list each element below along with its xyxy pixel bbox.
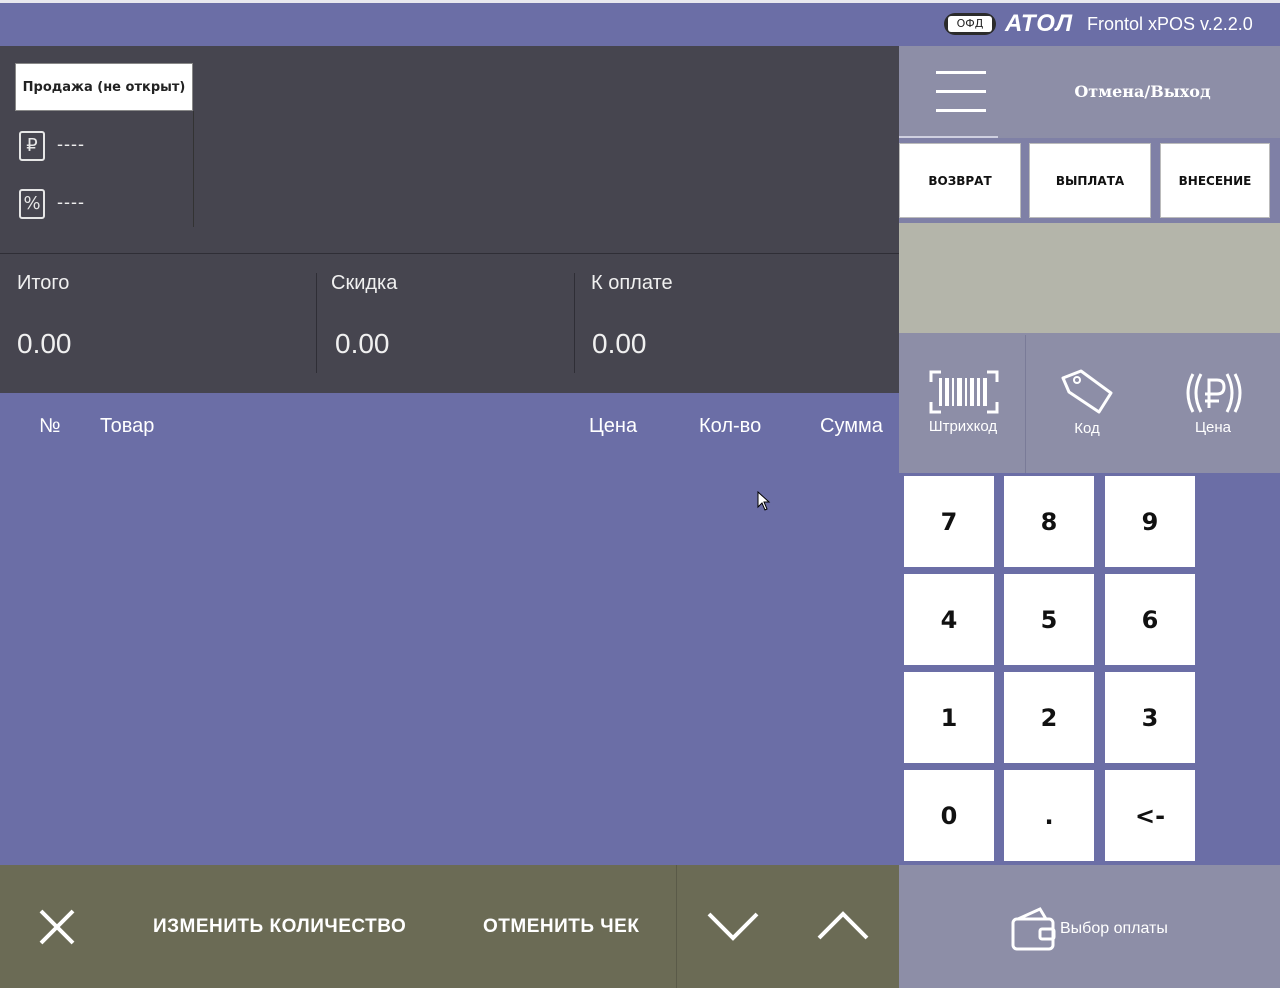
action-bar [0,865,899,988]
total-label: Итого [17,272,70,294]
percent-icon: % [19,189,45,219]
menu-icon-bar[interactable] [936,109,986,112]
mouse-cursor-icon [757,491,771,511]
key-5[interactable]: 5 [1004,574,1094,665]
totals-divider [574,273,575,373]
totals-divider [316,273,317,373]
key-decimal[interactable]: . [1004,770,1094,861]
price-ruble-icon[interactable] [1183,370,1245,416]
key-4[interactable]: 4 [904,574,994,665]
key-9[interactable]: 9 [1105,476,1195,567]
barcode-mode-label[interactable]: Штрихкод [903,418,1023,435]
mode-divider [1025,335,1026,473]
ruble-value: ---- [57,134,85,154]
column-header-quantity: Кол-во [699,415,762,437]
key-backspace[interactable]: <- [1105,770,1195,861]
column-header-price: Цена [589,415,638,437]
key-8[interactable]: 8 [1004,476,1094,567]
info-divider [193,111,194,227]
column-header-item: Товар [100,415,155,437]
key-7[interactable]: 7 [904,476,994,567]
cancel-exit-button[interactable]: Отмена/Выход [1040,82,1245,101]
payment-choice-label[interactable]: Выбор оплаты [1060,920,1168,938]
menu-icon-bar[interactable] [936,71,986,74]
change-quantity-button[interactable]: ИЗМЕНИТЬ КОЛИЧЕСТВО [153,916,406,938]
app-version: Frontol xPOS v.2.2.0 [1087,14,1253,34]
key-6[interactable]: 6 [1105,574,1195,665]
close-icon[interactable] [38,908,76,946]
menu-icon-bar[interactable] [936,90,986,93]
to-pay-label: К оплате [591,272,673,294]
action-bar-divider [676,865,677,988]
percent-value: ---- [57,192,85,212]
totals-panel [0,253,899,393]
discount-value: 0.00 [335,328,390,359]
ruble-icon: ₽ [19,131,45,161]
column-header-number: № [39,415,61,437]
receipt-table[interactable] [0,393,899,865]
discount-label: Скидка [331,272,398,294]
price-tag-icon[interactable] [1059,368,1115,414]
key-2[interactable]: 2 [1004,672,1094,763]
key-0[interactable]: 0 [904,770,994,861]
deposit-button[interactable]: ВНЕСЕНИЕ [1160,143,1270,218]
chevron-down-icon[interactable] [706,910,760,942]
barcode-icon[interactable] [929,370,999,414]
sale-status-tab[interactable]: Продажа (не открыт) [15,63,193,111]
price-mode-label[interactable]: Цена [1153,419,1273,436]
total-value: 0.00 [17,328,72,359]
chevron-up-icon[interactable] [816,910,870,942]
input-display [899,223,1280,333]
aton-logo: АТОЛ [1005,10,1074,37]
ofd-status-badge: ОФД [944,13,996,35]
to-pay-value: 0.00 [592,328,647,359]
ofd-badge-label: ОФД [948,16,992,32]
key-1[interactable]: 1 [904,672,994,763]
column-header-sum: Сумма [820,415,883,437]
wallet-icon[interactable] [1010,905,1058,953]
key-3[interactable]: 3 [1105,672,1195,763]
payout-button[interactable]: ВЫПЛАТА [1029,143,1151,218]
code-mode-label[interactable]: Код [1027,420,1147,437]
cancel-receipt-button[interactable]: ОТМЕНИТЬ ЧЕК [483,916,639,938]
return-button[interactable]: ВОЗВРАТ [899,143,1021,218]
